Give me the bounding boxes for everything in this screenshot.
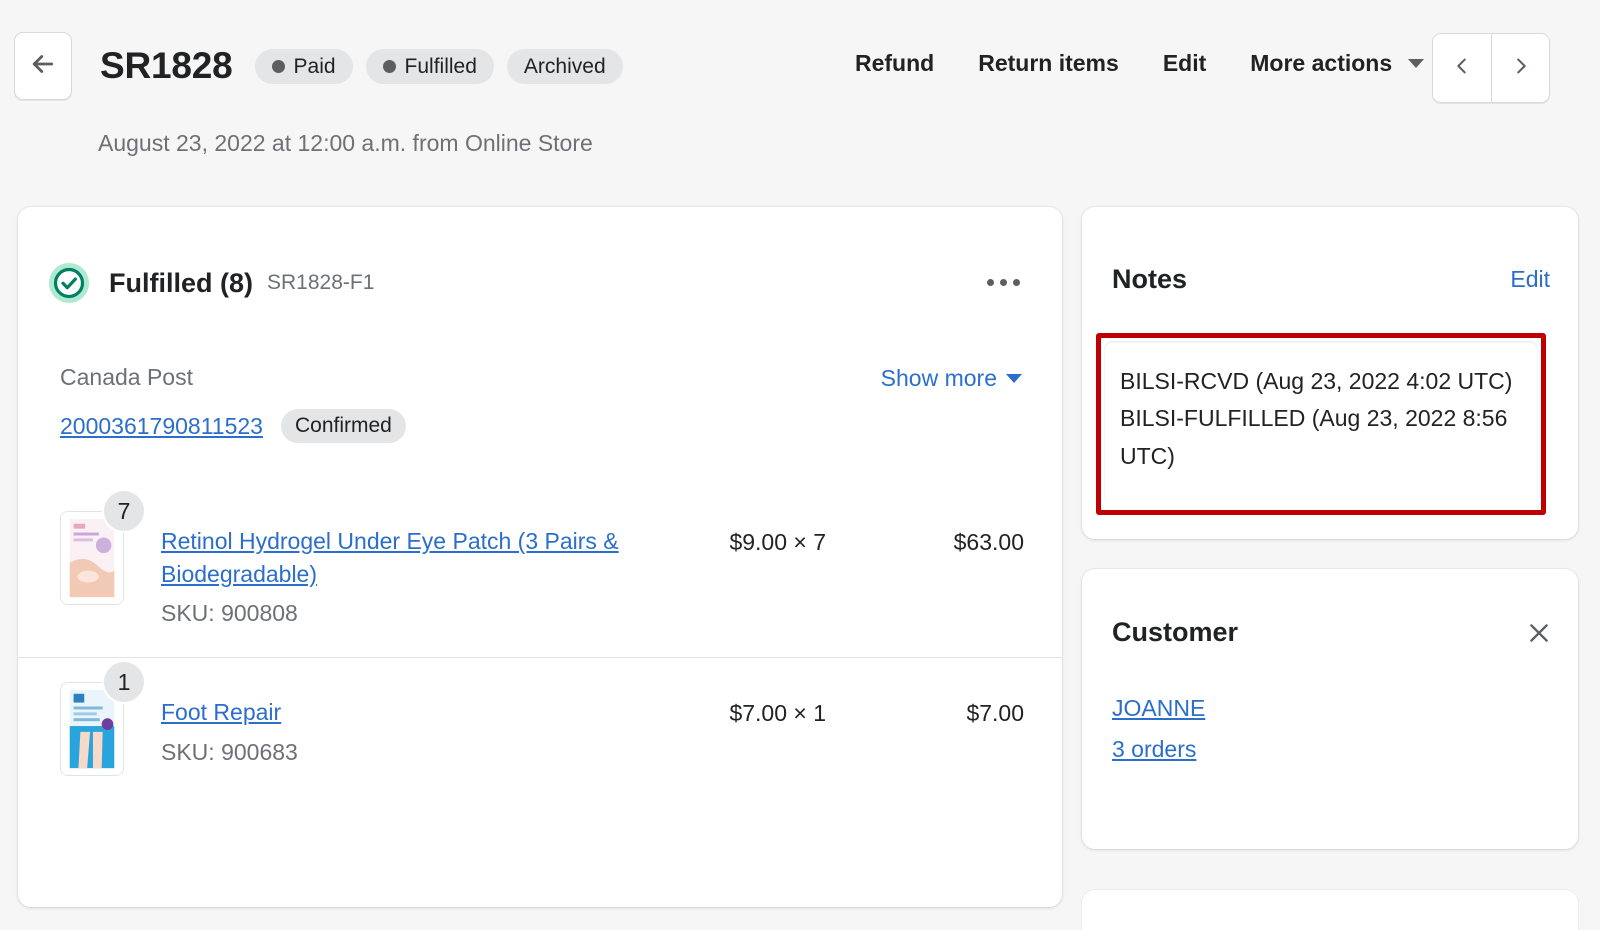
- header-title-row: SR1828 Paid Fulfilled Archived: [14, 32, 623, 100]
- page-title: SR1828: [100, 45, 233, 86]
- fulfillment-card: Fulfilled (8) SR1828-F1 Canada Post Show…: [18, 207, 1062, 907]
- notes-title: Notes: [1112, 264, 1188, 294]
- chevron-left-icon: [1451, 53, 1473, 84]
- customer-header: Customer: [1112, 617, 1552, 648]
- customer-links: JOANNE 3 orders: [1112, 695, 1205, 777]
- customer-card: Customer JOANNE 3 orders: [1082, 569, 1578, 849]
- line-item-title-link[interactable]: Retinol Hydrogel Under Eye Patch (3 Pair…: [161, 528, 619, 587]
- notes-highlight-box: BILSI-RCVD (Aug 23, 2022 4:02 UTC) BILSI…: [1096, 333, 1546, 515]
- tracking-row: 2000361790811523 Confirmed: [60, 409, 406, 443]
- tracking-number-link[interactable]: 2000361790811523: [60, 413, 263, 440]
- edit-button[interactable]: Edit: [1141, 50, 1228, 77]
- back-button[interactable]: [14, 32, 72, 100]
- arrow-left-icon: [28, 49, 58, 84]
- line-item-title-link[interactable]: Foot Repair: [161, 699, 281, 725]
- chevron-down-icon: [1006, 374, 1022, 383]
- carrier-name: Canada Post: [60, 364, 193, 390]
- line-item-total-price: $7.00: [966, 700, 1024, 726]
- notes-card: Notes Edit BILSI-RCVD (Aug 23, 2022 4:02…: [1082, 207, 1578, 539]
- line-item-sku: SKU: 900808: [161, 600, 298, 627]
- status-badge-label: Paid: [293, 54, 336, 78]
- line-item-unit-price: $7.00 × 1: [729, 700, 826, 726]
- main-column: Fulfilled (8) SR1828-F1 Canada Post Show…: [18, 207, 1062, 907]
- fulfillment-title: Fulfilled (8): [109, 267, 253, 298]
- notes-header: Notes Edit: [1112, 264, 1550, 295]
- return-items-button[interactable]: Return items: [956, 50, 1141, 77]
- check-circle-icon: [48, 262, 90, 304]
- status-badges: Paid Fulfilled Archived: [254, 48, 623, 84]
- status-dot-icon: [382, 59, 396, 73]
- line-item-thumbnail-wrap: 1: [60, 660, 146, 776]
- line-item-quantity-badge: 1: [102, 660, 146, 704]
- customer-title: Customer: [1112, 617, 1239, 647]
- fulfillment-header: Fulfilled (8) SR1828-F1: [48, 262, 374, 304]
- line-item-quantity-badge: 7: [102, 489, 146, 533]
- status-badge-fulfilled: Fulfilled: [365, 48, 494, 84]
- close-icon[interactable]: [1526, 620, 1552, 646]
- refund-button[interactable]: Refund: [855, 50, 956, 77]
- line-item-info: Foot Repair SKU: 900683: [161, 682, 761, 766]
- table-row: 1 Foot Repair SKU: 900683 $7.00 × 1 $7.0…: [18, 657, 1062, 827]
- chevron-right-icon: [1510, 53, 1532, 84]
- status-badge-paid: Paid: [254, 48, 353, 84]
- next-card-peek: [1082, 890, 1578, 930]
- customer-orders-link[interactable]: 3 orders: [1112, 736, 1205, 763]
- line-items-list: 7 Retinol Hydrogel Under Eye Patch (3 Pa…: [18, 487, 1062, 827]
- page-header: SR1828 Paid Fulfilled Archived Refund Re…: [0, 0, 1600, 190]
- pagination-controls: [1432, 33, 1550, 103]
- notes-content[interactable]: BILSI-RCVD (Aug 23, 2022 4:02 UTC) BILSI…: [1104, 341, 1538, 507]
- header-actions: Refund Return items Edit More actions: [855, 50, 1425, 77]
- next-order-button[interactable]: [1491, 34, 1549, 102]
- order-date-subtitle: August 23, 2022 at 12:00 a.m. from Onlin…: [98, 130, 593, 156]
- fulfillment-reference: SR1828-F1: [267, 271, 375, 294]
- previous-order-button[interactable]: [1433, 34, 1491, 102]
- status-badge-archived: Archived: [506, 48, 623, 84]
- tracking-status-badge: Confirmed: [280, 409, 406, 443]
- line-item-unit-price: $9.00 × 7: [729, 529, 826, 555]
- side-column: Notes Edit BILSI-RCVD (Aug 23, 2022 4:02…: [1082, 207, 1578, 849]
- customer-name-link[interactable]: JOANNE: [1112, 695, 1205, 722]
- line-item-thumbnail-wrap: 7: [60, 489, 146, 605]
- table-row: 7 Retinol Hydrogel Under Eye Patch (3 Pa…: [18, 487, 1062, 657]
- status-badge-label: Fulfilled: [404, 54, 477, 78]
- more-actions-button[interactable]: More actions: [1228, 50, 1414, 77]
- notes-edit-button[interactable]: Edit: [1510, 266, 1550, 293]
- status-dot-icon: [271, 59, 285, 73]
- line-item-total-price: $63.00: [953, 529, 1024, 555]
- line-item-info: Retinol Hydrogel Under Eye Patch (3 Pair…: [161, 511, 761, 627]
- kebab-menu-icon[interactable]: [981, 273, 1026, 292]
- chevron-down-icon[interactable]: [1408, 59, 1425, 68]
- show-more-label: Show more: [880, 365, 997, 391]
- show-more-button[interactable]: Show more: [881, 365, 1022, 392]
- status-badge-label: Archived: [523, 54, 606, 78]
- line-item-sku: SKU: 900683: [161, 738, 298, 765]
